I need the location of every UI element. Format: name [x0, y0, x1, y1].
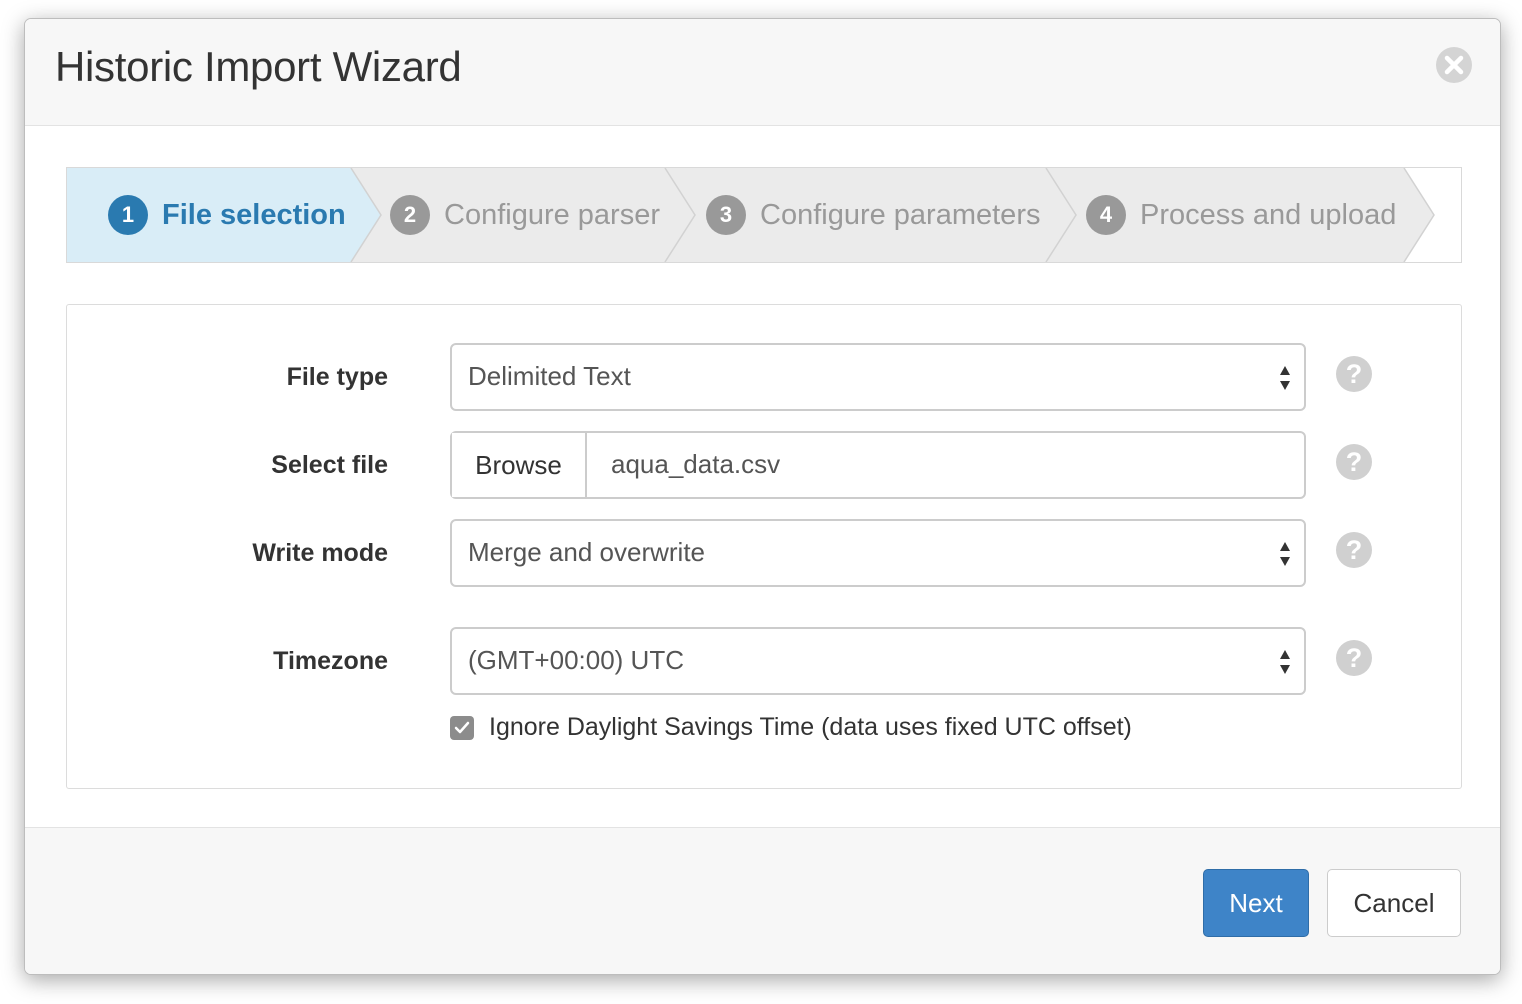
wizard-stepper: 1 File selection 2 Configure parser 3 Co… [66, 167, 1462, 263]
write-mode-label: Write mode [252, 539, 388, 567]
form-panel: File type Delimited Text ? Select file B… [66, 304, 1462, 789]
file-type-select[interactable]: Delimited Text [450, 343, 1306, 411]
timezone-select[interactable]: (GMT+00:00) UTC [450, 627, 1306, 695]
step-number-badge: 3 [706, 195, 746, 235]
close-icon [1444, 55, 1464, 75]
file-picker: Browse aqua_data.csv [450, 431, 1306, 499]
next-button[interactable]: Next [1203, 869, 1309, 937]
checkmark-icon [454, 721, 470, 733]
ignore-dst-checkbox[interactable] [450, 715, 474, 740]
write-mode-value: Merge and overwrite [468, 537, 705, 567]
step-number-badge: 4 [1086, 195, 1126, 235]
step-label: Configure parser [444, 198, 660, 231]
step-label: Process and upload [1140, 198, 1397, 231]
step-configure-parser[interactable]: 2 Configure parser [390, 168, 660, 262]
select-arrows-icon [1280, 650, 1290, 674]
step-file-selection[interactable]: 1 File selection [108, 168, 346, 262]
cancel-button[interactable]: Cancel [1327, 869, 1461, 937]
step-number-badge: 2 [390, 195, 430, 235]
file-type-value: Delimited Text [468, 361, 631, 391]
ignore-dst-row: Ignore Daylight Savings Time (data uses … [450, 713, 1132, 742]
select-arrows-icon [1280, 366, 1290, 390]
step-process-and-upload[interactable]: 4 Process and upload [1086, 168, 1396, 262]
browse-button[interactable]: Browse [452, 433, 587, 497]
dialog-title: Historic Import Wizard [55, 43, 462, 90]
selected-file-name[interactable]: aqua_data.csv [611, 449, 780, 480]
step-label: File selection [162, 198, 346, 231]
import-wizard-dialog: Historic Import Wizard 1 File selection … [24, 18, 1501, 975]
select-file-label: Select file [271, 451, 388, 479]
select-file-help-icon[interactable]: ? [1336, 444, 1372, 480]
step-configure-parameters[interactable]: 3 Configure parameters [706, 168, 1040, 262]
ignore-dst-label[interactable]: Ignore Daylight Savings Time (data uses … [489, 713, 1132, 742]
dialog-footer: Next Cancel [25, 827, 1500, 974]
dialog-header: Historic Import Wizard [25, 19, 1500, 126]
write-mode-help-icon[interactable]: ? [1336, 532, 1372, 568]
select-arrows-icon [1280, 542, 1290, 566]
file-type-label: File type [286, 363, 388, 391]
timezone-label: Timezone [273, 647, 388, 675]
timezone-value: (GMT+00:00) UTC [468, 645, 684, 675]
step-label: Configure parameters [760, 198, 1041, 231]
step-number-badge: 1 [108, 195, 148, 235]
write-mode-select[interactable]: Merge and overwrite [450, 519, 1306, 587]
timezone-help-icon[interactable]: ? [1336, 640, 1372, 676]
file-type-help-icon[interactable]: ? [1336, 356, 1372, 392]
close-button[interactable] [1436, 47, 1472, 83]
